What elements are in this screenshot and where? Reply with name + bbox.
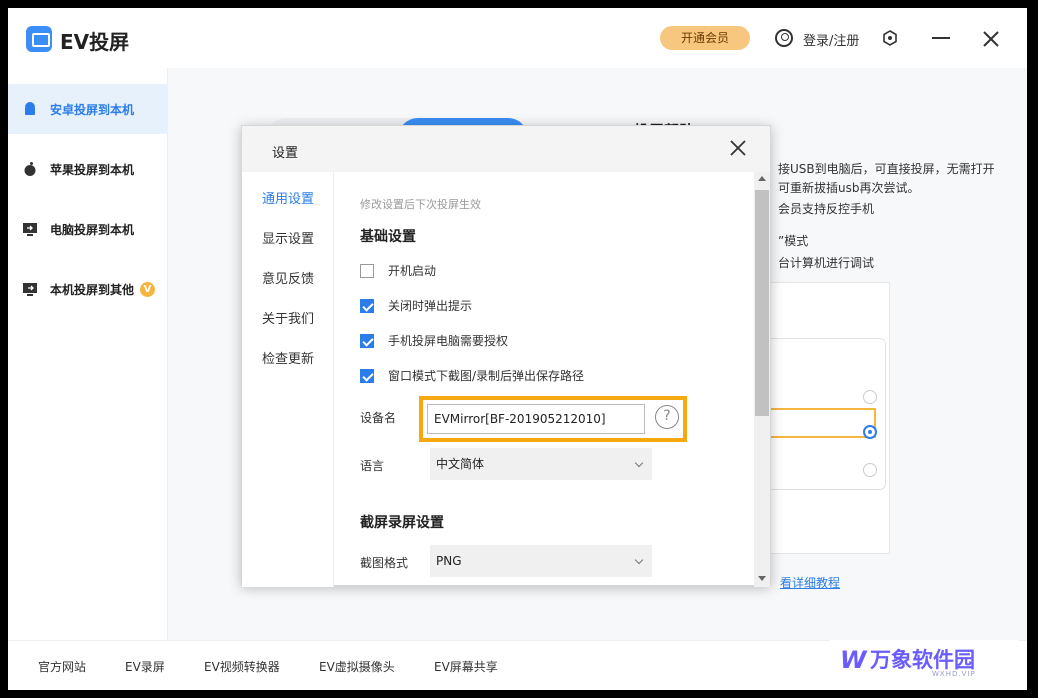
user-icon[interactable] <box>775 29 793 47</box>
sidebar-item-cast-other[interactable]: 本机投屏到其他 V <box>8 264 168 314</box>
watermark-logo: W <box>840 646 867 674</box>
checkbox-label: 开机启动 <box>388 264 437 278</box>
basic-settings-title: 基础设置 <box>360 229 416 245</box>
dialog-nav: 通用设置 显示设置 意见反馈 关于我们 检查更新 <box>242 172 334 587</box>
sidebar-item-label: 电脑投屏到本机 <box>50 222 135 237</box>
sidebar-item-pc[interactable]: 电脑投屏到本机 <box>8 204 168 254</box>
tutorial-link[interactable]: 看详细教程 <box>780 574 840 591</box>
checkbox-checked[interactable] <box>360 368 374 383</box>
checkbox-checked[interactable] <box>360 333 374 348</box>
dialog-title: 设置 <box>272 146 299 161</box>
watermark: W 万象软件园 WXHD.VIP <box>830 640 1019 682</box>
language-label: 语言 <box>360 459 385 473</box>
language-value: 中文简体 <box>436 457 485 471</box>
help-text: 台计算机进行调试 <box>778 256 875 270</box>
title-bar: EV投屏 开通会员 登录/注册 <box>8 8 1027 68</box>
chevron-down-icon <box>634 458 644 468</box>
monitor-icon <box>22 221 38 237</box>
sidebar-item-label: 本机投屏到其他 <box>50 282 135 297</box>
vip-button[interactable]: 开通会员 <box>660 26 750 50</box>
settings-hint: 修改设置后下次投屏生效 <box>360 198 481 211</box>
footer-link-website[interactable]: 官方网站 <box>38 658 86 675</box>
footer-link-converter[interactable]: EV视频转换器 <box>204 658 280 675</box>
minimize-icon[interactable] <box>932 37 950 39</box>
close-icon[interactable] <box>730 140 746 156</box>
sidebar-item-label: 安卓投屏到本机 <box>50 102 135 117</box>
checkbox-authorization[interactable]: 手机投屏电脑需要授权 <box>360 332 508 349</box>
capture-settings-title: 截屏录屏设置 <box>360 515 444 531</box>
dialog-header: 设置 <box>242 126 770 172</box>
language-select[interactable]: 中文简体 <box>430 448 652 480</box>
watermark-url: WXHD.VIP <box>932 670 976 678</box>
sidebar: 安卓投屏到本机 苹果投屏到本机 电脑投屏到本机 本机投屏到其他 V <box>8 68 168 640</box>
nav-update[interactable]: 检查更新 <box>262 348 314 367</box>
checkbox-save-path[interactable]: 窗口模式下截图/录制后弹出保存路径 <box>360 367 584 384</box>
checkbox-label: 关闭时弹出提示 <box>388 299 473 313</box>
checkbox-checked[interactable] <box>360 298 374 313</box>
selected-option-frame <box>766 408 876 438</box>
apple-icon <box>22 161 38 177</box>
help-text: 接USB到电脑后，可直接投屏，无需打开 <box>778 162 995 176</box>
help-text: 会员支持反控手机 <box>778 202 875 216</box>
help-text: 可重新拔插usb再次尝试。 <box>778 181 920 195</box>
checkbox-autostart[interactable]: 开机启动 <box>360 262 436 279</box>
dialog-scrollbar[interactable] <box>754 172 770 587</box>
checkbox-label: 手机投屏电脑需要授权 <box>388 334 509 348</box>
sidebar-item-label: 苹果投屏到本机 <box>50 162 135 177</box>
option-radio[interactable] <box>863 390 877 404</box>
option-radio[interactable] <box>863 463 877 477</box>
format-label: 截图格式 <box>360 556 409 570</box>
format-select[interactable]: PNG <box>430 545 652 577</box>
device-name-highlight: ? <box>419 396 687 442</box>
device-name-label: 设备名 <box>360 411 397 425</box>
nav-general[interactable]: 通用设置 <box>262 188 314 207</box>
format-value: PNG <box>436 554 462 568</box>
footer-link-camera[interactable]: EV虚拟摄像头 <box>319 658 395 675</box>
vip-badge: V <box>140 281 156 297</box>
device-name-input[interactable] <box>427 404 645 434</box>
settings-hexagon-icon[interactable] <box>882 30 898 46</box>
chevron-down-icon <box>634 555 644 565</box>
footer-link-share[interactable]: EV屏幕共享 <box>434 658 498 675</box>
android-icon <box>22 101 38 117</box>
login-register-link[interactable]: 登录/注册 <box>803 30 859 49</box>
sidebar-item-apple[interactable]: 苹果投屏到本机 <box>8 144 168 194</box>
checkbox-close-prompt[interactable]: 关闭时弹出提示 <box>360 297 472 314</box>
sidebar-item-android[interactable]: 安卓投屏到本机 <box>8 84 168 134</box>
checkbox[interactable] <box>360 263 374 278</box>
scroll-up-icon[interactable] <box>758 176 766 181</box>
nav-display[interactable]: 显示设置 <box>262 228 314 247</box>
dialog-body: 修改设置后下次投屏生效 基础设置 开机启动 关闭时弹出提示 手机投屏电脑需要授权… <box>334 172 752 587</box>
cast-icon <box>22 281 38 297</box>
help-question-icon[interactable]: ? <box>655 405 679 429</box>
settings-dialog: 设置 通用设置 显示设置 意见反馈 关于我们 检查更新 修改设置后下次投屏生效 … <box>241 125 771 587</box>
nav-about[interactable]: 关于我们 <box>262 308 314 327</box>
checkbox-label: 窗口模式下截图/录制后弹出保存路径 <box>388 369 585 383</box>
close-icon[interactable] <box>980 28 1002 50</box>
option-radio-selected[interactable] <box>863 425 877 439</box>
scroll-down-icon[interactable] <box>758 576 766 581</box>
scroll-thumb[interactable] <box>755 190 769 416</box>
footer-link-recorder[interactable]: EV录屏 <box>125 658 165 675</box>
app-title: EV投屏 <box>60 30 130 54</box>
nav-feedback[interactable]: 意见反馈 <box>262 268 314 287</box>
ev-logo-icon <box>26 26 52 52</box>
help-text: ”模式 <box>778 234 809 248</box>
